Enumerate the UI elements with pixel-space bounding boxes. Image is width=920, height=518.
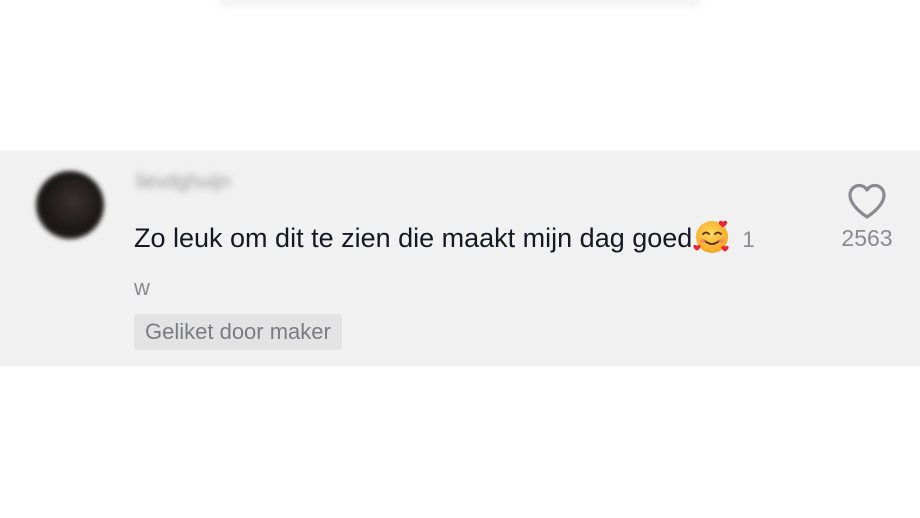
liked-by-creator-badge: Geliket door maker xyxy=(134,314,342,350)
comment-body: Zo leuk om dit te zien die maakt mijn da… xyxy=(134,215,774,311)
avatar[interactable] xyxy=(36,171,104,239)
like-control[interactable]: 2563 xyxy=(826,181,908,252)
comment-username[interactable]: lievdghuijn xyxy=(136,171,231,195)
blurred-content-smear xyxy=(220,0,700,6)
blurred-background-top xyxy=(0,0,920,150)
heart-outline-icon[interactable] xyxy=(846,181,888,221)
comment-item[interactable]: lievdghuijn Zo leuk om dit te zien die m… xyxy=(0,151,920,366)
comment-text: Zo leuk om dit te zien die maakt mijn da… xyxy=(134,223,693,253)
smiling-face-with-hearts-icon xyxy=(692,216,732,256)
like-count: 2563 xyxy=(841,225,893,251)
